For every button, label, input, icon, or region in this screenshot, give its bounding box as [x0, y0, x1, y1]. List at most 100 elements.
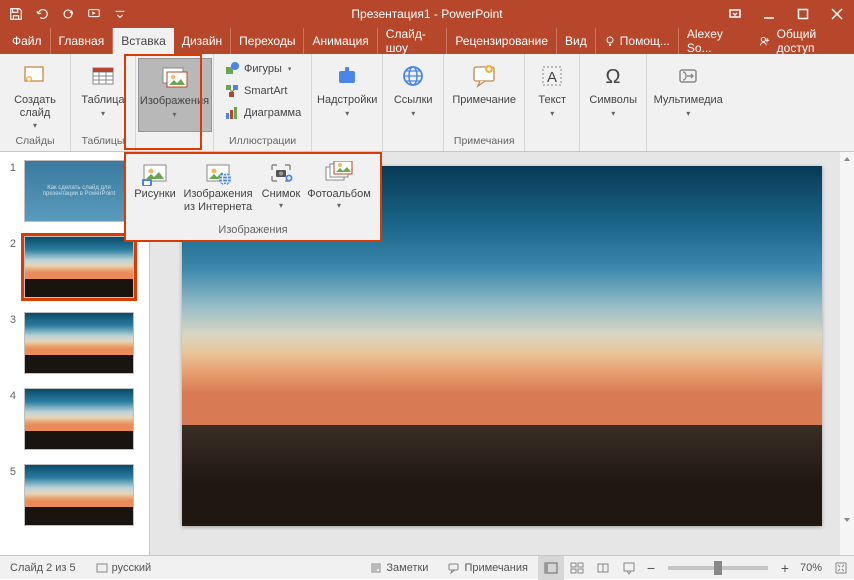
normal-view-button[interactable] [538, 556, 564, 580]
tab-home[interactable]: Главная [51, 28, 114, 54]
minimize-button[interactable] [752, 0, 786, 28]
ribbon-tabs: Файл Главная Вставка Дизайн Переходы Ани… [0, 28, 854, 54]
scroll-up-button[interactable] [840, 152, 854, 166]
online-pictures-button[interactable]: Изображения из Интернета [180, 158, 256, 224]
media-icon [672, 60, 704, 92]
ribbon-group-illustrations: Фигуры▾ SmartArt Диаграмма Иллюстрации [214, 54, 312, 151]
media-button[interactable]: Мультимедиа▾ [653, 58, 723, 132]
images-button[interactable]: Изображения ▾ [138, 58, 212, 132]
tab-review[interactable]: Рецензирование [447, 28, 557, 54]
tab-file[interactable]: Файл [4, 28, 51, 54]
share-button[interactable]: Общий доступ [749, 28, 854, 54]
pictures-button[interactable]: Рисунки [132, 158, 178, 224]
tab-insert[interactable]: Вставка [113, 28, 174, 54]
notes-icon [370, 562, 382, 574]
thumbnail-slide[interactable]: 5 [4, 464, 145, 526]
ribbon-group-links: Ссылки▾ [383, 54, 444, 151]
ribbon-group-text: AТекст▾ [525, 54, 580, 151]
chevron-down-icon: ▾ [686, 109, 690, 118]
window-title: Презентация1 - PowerPoint [136, 7, 718, 21]
ribbon-group-tables: Таблица ▾ Таблицы [71, 54, 136, 151]
shapes-icon [224, 61, 240, 77]
screenshot-button[interactable]: Снимок ▾ [258, 158, 304, 224]
chart-button[interactable]: Диаграмма [220, 102, 305, 124]
comments-toggle-button[interactable]: Примечания [438, 562, 538, 574]
thumbnail-slide[interactable]: 4 [4, 388, 145, 450]
addins-button[interactable]: Надстройки▾ [318, 58, 376, 132]
smartart-icon [224, 83, 240, 99]
fit-to-window-button[interactable] [828, 556, 854, 580]
tab-transitions[interactable]: Переходы [231, 28, 304, 54]
thumbnail-slide[interactable]: 3 [4, 312, 145, 374]
table-icon [87, 60, 119, 92]
maximize-button[interactable] [786, 0, 820, 28]
symbols-button[interactable]: ΩСимволы▾ [586, 58, 640, 132]
spellcheck-icon [96, 562, 108, 574]
text-button[interactable]: AТекст▾ [531, 58, 573, 132]
zoom-out-button[interactable]: − [642, 559, 660, 577]
new-slide-button[interactable]: Создать слайд ▾ [6, 58, 64, 132]
vertical-scrollbar[interactable] [840, 152, 854, 555]
tab-animations[interactable]: Анимация [304, 28, 377, 54]
chart-icon [224, 105, 240, 121]
smartart-button[interactable]: SmartArt [220, 80, 291, 102]
picture-icon [139, 160, 171, 188]
notes-button[interactable]: Заметки [360, 562, 438, 574]
ribbon-group-symbols: ΩСимволы▾ [580, 54, 647, 151]
slide-thumbnail-3[interactable] [24, 312, 134, 374]
tab-view[interactable]: Вид [557, 28, 596, 54]
quick-access-toolbar [0, 2, 136, 26]
tab-design[interactable]: Дизайн [174, 28, 231, 54]
status-bar: Слайд 2 из 5 русский Заметки Примечания … [0, 555, 854, 579]
ribbon-display-options-button[interactable] [718, 0, 752, 28]
zoom-level[interactable]: 70% [794, 562, 828, 574]
scroll-down-button[interactable] [840, 513, 854, 527]
slide-thumbnail-2[interactable] [24, 236, 134, 298]
chevron-down-icon: ▾ [172, 110, 176, 119]
ribbon: Создать слайд ▾ Слайды Таблица ▾ Таблицы… [0, 54, 854, 152]
close-button[interactable] [820, 0, 854, 28]
tab-help[interactable]: Помощ... [596, 28, 679, 54]
qat-customize-button[interactable] [108, 2, 132, 26]
share-icon [759, 34, 771, 48]
table-button[interactable]: Таблица ▾ [77, 58, 129, 132]
symbol-icon: Ω [597, 60, 629, 92]
chevron-down-icon: ▾ [550, 109, 554, 118]
chevron-down-icon: ▾ [611, 109, 615, 118]
shapes-button[interactable]: Фигуры▾ [220, 58, 295, 80]
slide-thumbnail-1[interactable]: Как сделать слайд дляпрезентации в Power… [24, 160, 134, 222]
addins-icon [331, 60, 363, 92]
comment-button[interactable]: Примечание [450, 58, 518, 132]
slideshow-view-button[interactable] [616, 556, 642, 580]
slide-sorter-view-button[interactable] [564, 556, 590, 580]
language-indicator[interactable]: русский [86, 562, 161, 574]
chevron-down-icon: ▾ [101, 109, 105, 118]
zoom-slider[interactable] [668, 566, 768, 570]
zoom-slider-thumb[interactable] [714, 561, 722, 575]
thumbnail-slide[interactable]: 2 [4, 236, 145, 298]
tab-slideshow[interactable]: Слайд-шоу [378, 28, 448, 54]
chevron-down-icon: ▾ [279, 201, 283, 210]
chevron-down-icon: ▾ [411, 109, 415, 118]
ribbon-group-slides: Создать слайд ▾ Слайды [0, 54, 71, 151]
photo-album-button[interactable]: Фотоальбом ▾ [306, 158, 372, 224]
links-button[interactable]: Ссылки▾ [389, 58, 437, 132]
slide-thumbnail-5[interactable] [24, 464, 134, 526]
title-bar: Презентация1 - PowerPoint [0, 0, 854, 28]
redo-button[interactable] [56, 2, 80, 26]
images-icon [159, 61, 191, 93]
ribbon-group-media: Мультимедиа▾ [647, 54, 729, 151]
chevron-down-icon: ▾ [337, 201, 341, 210]
save-button[interactable] [4, 2, 28, 26]
start-from-beginning-button[interactable] [82, 2, 106, 26]
slide-thumbnail-4[interactable] [24, 388, 134, 450]
chevron-down-icon: ▾ [345, 109, 349, 118]
zoom-in-button[interactable]: + [776, 559, 794, 577]
slide-counter[interactable]: Слайд 2 из 5 [0, 562, 86, 574]
undo-button[interactable] [30, 2, 54, 26]
reading-view-button[interactable] [590, 556, 616, 580]
account-menu[interactable]: Alexey So... [679, 28, 749, 54]
ribbon-group-comments: Примечание Примечания [444, 54, 525, 151]
lightbulb-icon [604, 35, 616, 47]
new-slide-icon [19, 60, 51, 92]
